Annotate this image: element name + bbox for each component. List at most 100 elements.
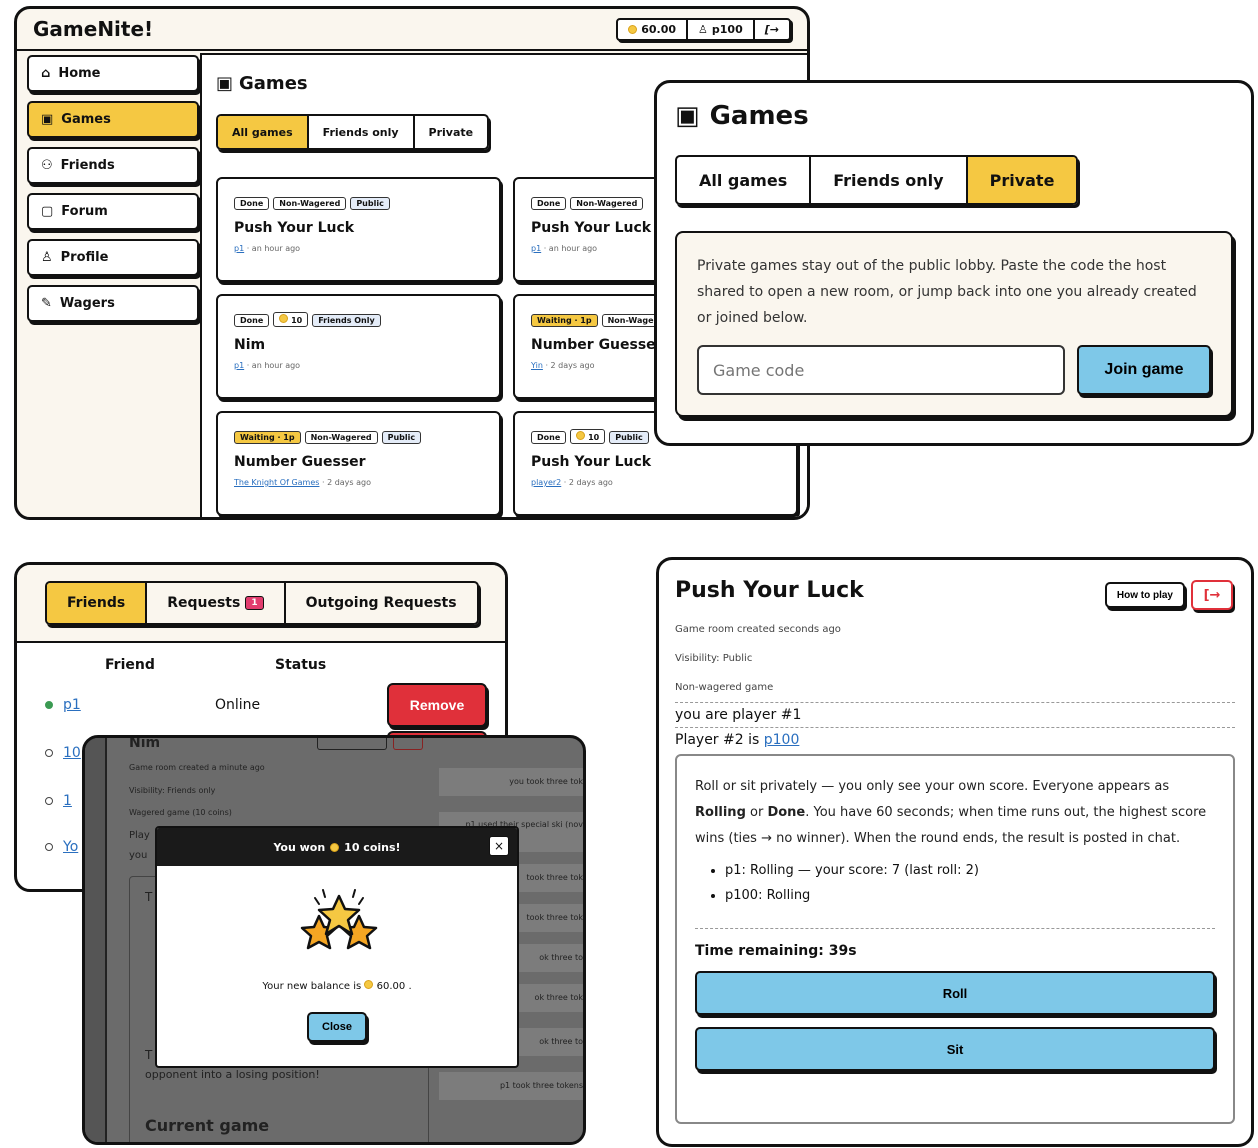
player-line: Player #2 is p100 <box>675 727 1235 752</box>
coin-icon <box>628 24 638 34</box>
game-visibility: Visibility: Friends only <box>129 786 216 795</box>
roll-button[interactable]: Roll <box>695 971 1215 1015</box>
offline-status-icon <box>45 843 53 851</box>
dimmed-exit-button <box>393 738 423 750</box>
logout-button[interactable]: [→ <box>755 20 789 39</box>
user-box: 60.00 ♙ p100 [→ <box>616 17 791 41</box>
game-time: · an hour ago <box>246 244 301 253</box>
column-header-friend: Friend <box>105 657 155 673</box>
game-code-input[interactable] <box>697 345 1065 395</box>
room-meta: Game room created seconds ago Visibility… <box>675 615 1235 702</box>
host-link[interactable]: p1 <box>531 244 541 253</box>
join-row: Join game <box>697 345 1211 395</box>
balance-display: 60.00 <box>618 19 689 39</box>
tab-all-games[interactable]: All games <box>218 116 309 148</box>
sit-button[interactable]: Sit <box>695 1027 1215 1071</box>
status-badge: Waiting · 1p <box>531 314 598 327</box>
sidebar-item-home[interactable]: ⌂ Home <box>27 55 199 92</box>
game-meta: player2 · 2 days ago <box>531 478 780 487</box>
game-card[interactable]: Done Non-Wagered Public Push Your Luck p1 … <box>216 177 501 282</box>
tab-outgoing-requests[interactable]: Outgoing Requests <box>286 583 477 623</box>
profile-button[interactable]: ♙ p100 <box>688 19 755 39</box>
private-join-box: Private games stay out of the public lob… <box>675 231 1233 417</box>
sidebar-item-label: Profile <box>60 250 109 265</box>
game-card[interactable]: Waiting · 1p Non-Wagered Public Number Gue… <box>216 411 501 516</box>
tab-all-games[interactable]: All games <box>677 157 812 203</box>
rules-text: Roll or sit privately — you only see you… <box>695 774 1215 852</box>
game-meta: p1 · an hour ago <box>234 361 483 370</box>
private-games-window: ▣ Games All games Friends only Private Pr… <box>654 80 1254 446</box>
user-icon: ♙ <box>698 22 708 36</box>
app-logo[interactable]: GameNite! <box>33 17 153 41</box>
game-title: Nim <box>234 337 266 353</box>
logout-icon: [→ <box>764 22 779 36</box>
modal-title-pre: You won <box>273 840 326 854</box>
divider <box>695 928 1215 929</box>
sidebar-item-wagers[interactable]: ✎ Wagers <box>27 285 199 322</box>
game-time: · 2 days ago <box>563 478 613 487</box>
time-remaining: Time remaining: 39s <box>695 943 857 959</box>
rules-text: opponent into a losing position! <box>145 1068 320 1081</box>
how-to-play-button[interactable]: How to play <box>1104 582 1185 608</box>
page-title: ▣ Games <box>675 101 1233 131</box>
game-meta: p1 · an hour ago <box>234 244 483 253</box>
friend-link[interactable]: p1 <box>63 697 81 713</box>
join-game-button[interactable]: Join game <box>1077 345 1211 395</box>
sidebar-item-label: Wagers <box>59 296 115 311</box>
sidebar-item-forum[interactable]: ▢ Forum <box>27 193 199 230</box>
visibility-badge: Public <box>609 431 649 444</box>
game-title: Push Your Luck <box>531 454 652 470</box>
close-button[interactable]: Close <box>307 1012 367 1042</box>
status-badge: Done <box>531 197 567 210</box>
player-line: Play <box>129 830 150 841</box>
wager-amount: 10 <box>291 316 303 325</box>
remove-friend-button[interactable]: Remove <box>387 683 487 727</box>
host-link[interactable]: The Knight Of Games <box>234 478 319 487</box>
close-icon[interactable]: × <box>489 836 509 856</box>
tab-requests[interactable]: Requests 1 <box>147 583 286 623</box>
wager-badge: 10 <box>273 312 309 327</box>
friend-link[interactable]: 10 <box>63 745 81 761</box>
friend-row: 10 <box>45 745 81 761</box>
player-line: you are player #1 <box>675 702 1235 727</box>
game-time: · an hour ago <box>543 244 598 253</box>
top-bar: GameNite! 60.00 ♙ p100 [→ <box>17 9 807 51</box>
host-link[interactable]: player2 <box>531 478 561 487</box>
wager-badge: Non-Wagered <box>570 197 644 210</box>
wager-badge: 10 <box>570 429 606 444</box>
tab-private[interactable]: Private <box>967 157 1077 203</box>
tab-private[interactable]: Private <box>415 116 488 148</box>
chat-icon: ▢ <box>41 204 54 219</box>
game-time: · an hour ago <box>246 361 301 370</box>
rules-box: Roll or sit privately — you only see you… <box>675 754 1235 1124</box>
user-icon: ♙ <box>41 250 53 265</box>
column-header-status: Status <box>275 657 327 673</box>
wager-amount: 10 <box>588 433 600 442</box>
host-link[interactable]: p1 <box>234 244 244 253</box>
host-link[interactable]: Yin <box>531 361 543 370</box>
status-badge: Done <box>234 197 270 210</box>
tab-friends[interactable]: Friends <box>47 583 148 623</box>
host-link[interactable]: p1 <box>234 361 244 370</box>
wager-badge: Non-Wage <box>601 314 660 327</box>
friend-link[interactable]: Yo <box>63 839 78 855</box>
game-card[interactable]: Done 10 Friends Only Nim p1 · an hour ago <box>216 294 501 399</box>
player2-link[interactable]: p100 <box>764 732 800 748</box>
tab-friends-only[interactable]: Friends only <box>309 116 415 148</box>
games-filter-tabs: All games Friends only Private <box>675 155 1079 205</box>
sidebar-item-profile[interactable]: ♙ Profile <box>27 239 199 276</box>
pen-icon: ✎ <box>41 296 52 311</box>
tab-friends-only[interactable]: Friends only <box>811 157 968 203</box>
exit-icon[interactable]: [→ <box>1191 580 1233 610</box>
rules-rolling: Rolling <box>695 805 746 820</box>
sidebar-item-games[interactable]: ▣ Games <box>27 101 199 138</box>
username: p100 <box>711 22 743 36</box>
balance-value: 60.00 <box>376 981 406 992</box>
friend-link[interactable]: 1 <box>63 793 72 809</box>
sidebar-item-friends[interactable]: ⚇ Friends <box>27 147 199 184</box>
status-badge: Waiting · 1p <box>234 431 301 444</box>
game-title: Nim <box>129 735 161 751</box>
tab-label: Requests <box>167 595 241 611</box>
visibility-badge: Friends Only <box>312 314 381 327</box>
win-modal: You won 10 coins! × Your new balance is 6… <box>155 826 519 1068</box>
